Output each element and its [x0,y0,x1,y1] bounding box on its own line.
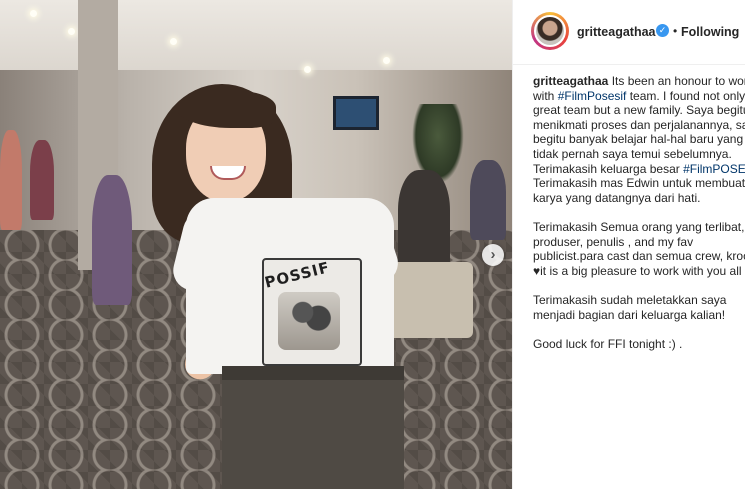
caption-line: Good luck for FFI tonight :) . [533,336,683,351]
post-side-panel: gritteagathaa ✓ • Following gritteagatha… [512,0,745,489]
caption-text: with [533,88,558,103]
caption-line: publicist.para cast dan semua crew, kroc [533,249,745,264]
caption-text: Its been an honour to wor [608,74,745,88]
caption-text: Terimakasih keluarga besar [533,161,684,176]
ceiling-light [383,57,390,64]
caption-gap [533,278,745,293]
following-button[interactable]: Following [681,25,739,39]
caption-line: tidak pernah saya temui sebelumnya. [533,146,732,161]
subject-pants [222,366,404,489]
verified-badge-icon: ✓ [656,24,669,37]
caption-line: begitu banyak belajar hal-hal baru yang [533,132,744,147]
caption-line: Terimakasih mas Edwin untuk membuat [533,176,745,191]
background-person [470,160,506,240]
ceiling-light [30,10,37,17]
caption-line: Terimakasih keluarga besar #FilmPOSESI [533,162,745,177]
subject-belt [222,366,404,380]
background-person [0,130,22,230]
caption-line: menikmati proses dan perjalanannya, say [533,117,745,132]
post-header: gritteagathaa ✓ • Following [513,0,745,65]
hashtag-link[interactable]: #FilmPosesif [558,89,627,103]
photo-sofa [383,262,473,338]
avatar[interactable] [534,15,566,47]
post-username[interactable]: gritteagathaa [577,25,656,39]
caption-line: menjadi bagian dari keluarga kalian! [533,307,726,322]
post-photo[interactable]: POSSIF › [0,0,512,489]
header-separator: • [673,24,678,38]
photo-tv-screen [333,96,379,130]
caption-text: team. I found not only [626,88,745,103]
shirt-print-illustration [278,292,340,350]
caption-line: with #FilmPosesif team. I found not only [533,89,745,104]
background-person [398,170,450,270]
hashtag-link[interactable]: #FilmPOSESI [683,162,745,176]
chevron-right-icon: › [490,246,496,263]
caption-line: produser, penulis , and my fav [533,234,694,249]
caption-author[interactable]: gritteagathaa [533,74,608,88]
background-child [92,175,132,305]
caption-gap [533,322,745,337]
post-caption: gritteagathaa Its been an honour to wor … [533,74,745,351]
instagram-post: POSSIF › gritteagathaa ✓ • Following gri… [0,0,745,489]
caption-line: great team but a new family. Saya begitu [533,103,745,118]
caption-line: gritteagathaa Its been an honour to wor [533,74,745,89]
caption-line: Terimakasih Semua orang yang terlibat, [533,219,745,234]
caption-gap [533,205,745,220]
caption-line: karya yang datangnya dari hati. [533,190,701,205]
carousel-next-button[interactable]: › [482,244,504,266]
caption-line: ♥it is a big pleasure to work with you a… [533,263,742,278]
ceiling-light [304,66,311,73]
caption-line: Terimakasih sudah meletakkan saya [533,292,727,307]
story-ring[interactable] [531,12,569,50]
ceiling-light [68,28,75,35]
background-person [30,140,54,220]
ceiling-light [170,38,177,45]
